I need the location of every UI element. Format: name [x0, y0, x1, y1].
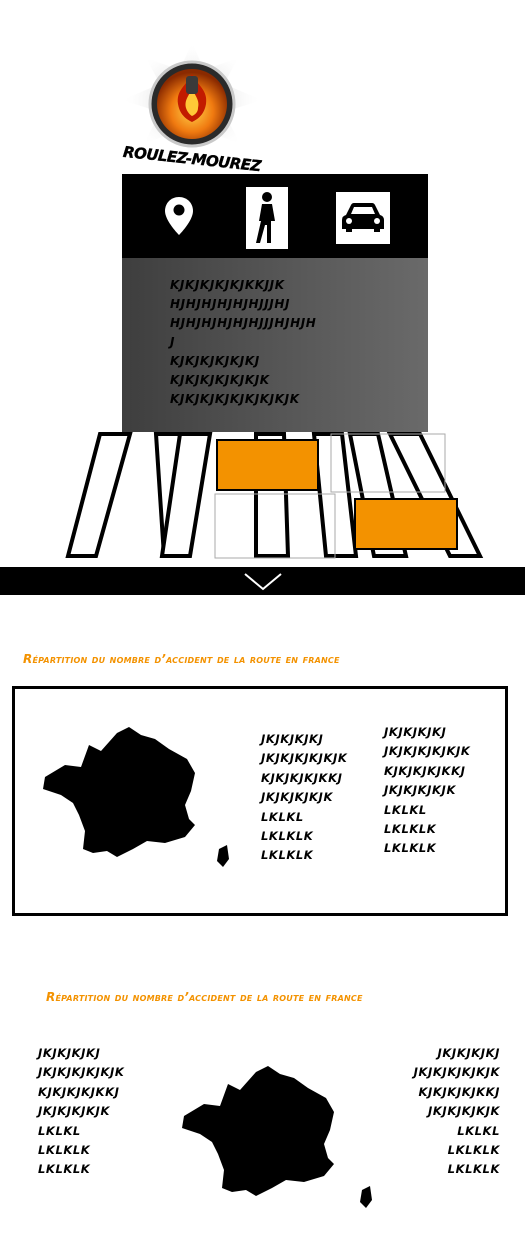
icon-bar	[122, 174, 428, 258]
stat-line: LKLKLK	[384, 822, 437, 837]
content-line: J	[170, 335, 176, 349]
stat-line: LKLKL	[384, 802, 427, 817]
stat-line: LKLKLK	[261, 848, 314, 863]
content-line: KJKJKJKJKJKJK	[170, 373, 270, 387]
location-pin-icon[interactable]	[158, 192, 200, 240]
france-map	[43, 727, 229, 867]
stats-column-left: JKJKJKJKJ JKJKJKJKJKJK KJKJKJKJKKJ JKJKJ…	[261, 730, 347, 866]
stat-line: JKJKJKJKJK	[428, 1104, 500, 1119]
orange-button-right[interactable]	[354, 498, 458, 550]
stat-line: JKJKJKJKJK	[38, 1104, 110, 1119]
scroll-down-bar[interactable]	[0, 567, 525, 595]
section-title: Répartition du nombre d’accident de la r…	[46, 990, 363, 1004]
content-text: KJKJKJKJKJKKJJK HJHJHJHJHJHJJJHJ HJHJHJH…	[170, 276, 316, 409]
stat-line: LKLKLK	[38, 1162, 91, 1177]
orange-button-left[interactable]	[216, 439, 319, 491]
stat-line: JKJKJKJKJKJK	[38, 1065, 125, 1080]
crosswalk	[60, 432, 500, 562]
stat-line: LKLKLK	[38, 1143, 91, 1158]
stat-line: LKLKLK	[447, 1143, 500, 1158]
stats-column-right: JKJKJKJKJ JKJKJKJKJKJK KJKJKJKJKKJ JKJKJ…	[384, 723, 470, 859]
stat-line: LKLKL	[457, 1123, 500, 1138]
stat-line: JKJKJKJKJ	[384, 725, 447, 739]
stat-line: JKJKJKJKJ	[261, 732, 324, 746]
content-line: KJKJKJKJKJKJKJKJK	[170, 392, 300, 406]
stat-line: KJKJKJKJKKJ	[261, 770, 343, 785]
stat-line: JKJKJKJKJKJK	[413, 1065, 500, 1080]
stat-line: KJKJKJKJKKJ	[384, 763, 466, 778]
content-line: KJKJKJKJKJKJ	[170, 354, 260, 368]
stat-line: LKLKL	[261, 809, 304, 824]
stats-card: JKJKJKJKJ JKJKJKJKJKJK KJKJKJKJKKJ JKJKJ…	[12, 686, 508, 916]
content-line: HJHJHJHJHJHJJJHJ	[170, 297, 291, 311]
stat-line: LKLKL	[38, 1123, 81, 1138]
chevron-down-icon[interactable]	[243, 571, 283, 591]
section-title: Répartition du nombre d’accident de la r…	[23, 652, 340, 666]
stat-line: KJKJKJKJKKJ	[418, 1084, 500, 1099]
content-line: HJHJHJHJHJHJJJHJHJH	[170, 316, 317, 330]
france-map	[182, 1066, 372, 1208]
stat-line: JKJKJKJKJ	[437, 1046, 500, 1060]
stat-line: JKJKJKJKJ	[38, 1046, 101, 1060]
stat-line: JKJKJKJKJKJK	[261, 751, 348, 766]
stat-line: KJKJKJKJKKJ	[38, 1084, 120, 1099]
content-box: KJKJKJKJKJKKJJK HJHJHJHJHJHJJJHJ HJHJHJH…	[122, 258, 428, 432]
stat-line: JKJKJKJKJK	[384, 783, 456, 798]
stat-line: LKLKLK	[384, 841, 437, 856]
stats-column-right: JKJKJKJKJ JKJKJKJKJKJK KJKJKJKJKKJ JKJKJ…	[414, 1044, 500, 1180]
stat-line: JKJKJKJKJKJK	[384, 744, 471, 759]
stat-line: LKLKLK	[447, 1162, 500, 1177]
stats-column-left: JKJKJKJKJ JKJKJKJKJKJK KJKJKJKJKKJ JKJKJ…	[38, 1044, 124, 1180]
content-line: KJKJKJKJKJKKJJK	[170, 278, 285, 292]
pedestrian-icon[interactable]	[246, 187, 288, 249]
logo: ROULEZ-MOUREZ	[112, 40, 272, 180]
stat-line: JKJKJKJKJK	[261, 790, 333, 805]
stat-line: LKLKLK	[261, 829, 314, 844]
car-icon[interactable]	[336, 192, 390, 244]
